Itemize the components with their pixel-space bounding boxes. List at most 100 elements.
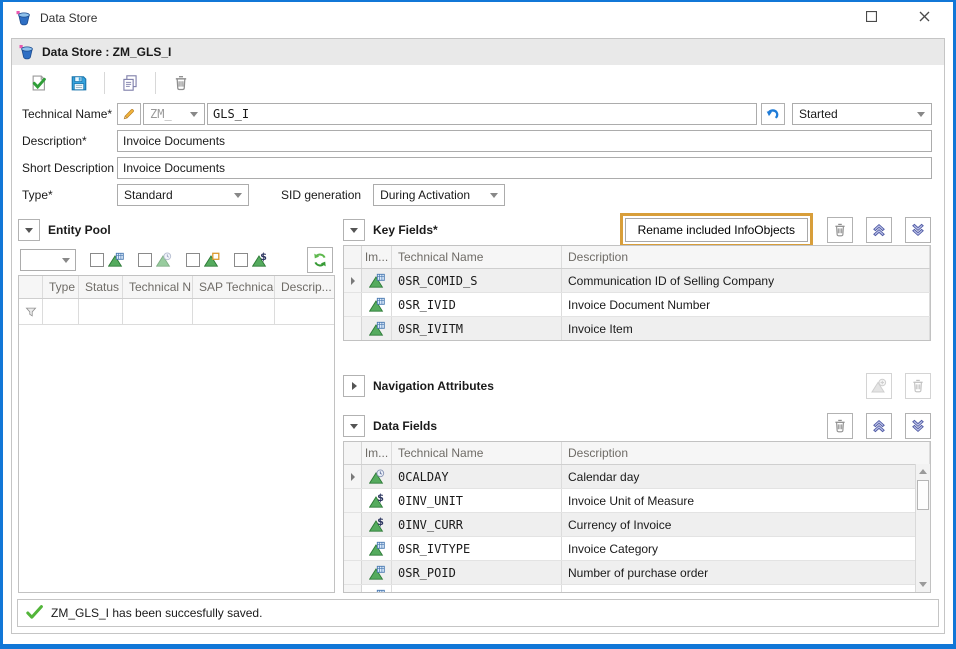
short-description-label: Short Description <box>22 161 117 175</box>
scroll-down-button[interactable] <box>916 577 930 592</box>
data-fields-collapse-button[interactable] <box>343 415 365 437</box>
table-row[interactable]: 0CALDAY Calendar day <box>344 465 930 489</box>
table-row[interactable]: 0SR_COMID_S Communication ID of Selling … <box>344 269 930 293</box>
characteristic-icon <box>362 561 392 584</box>
filter-input-technical-name[interactable] <box>123 299 193 324</box>
table-row[interactable]: $ 0INV_CURR Currency of Invoice <box>344 513 930 537</box>
status-message: ZM_GLS_I has been succesfully saved. <box>51 606 262 620</box>
column-header-description[interactable]: Descrip... <box>275 276 334 298</box>
filter-input-sap-technical-name[interactable] <box>193 299 275 324</box>
table-row[interactable]: 0SR_IVITM Invoice Item <box>344 317 930 340</box>
delete-icon <box>832 222 848 238</box>
key-fields-move-down-button[interactable] <box>905 217 931 243</box>
sid-generation-value: During Activation <box>380 188 470 202</box>
svg-text:$: $ <box>260 252 267 263</box>
data-fields-title: Data Fields <box>373 419 437 433</box>
navigation-attributes-expand-button[interactable] <box>343 375 365 397</box>
add-navigation-attribute-button[interactable] <box>866 373 892 399</box>
key-figure-icon: $ <box>362 513 392 536</box>
key-fields-move-up-button[interactable] <box>866 217 892 243</box>
rename-included-infoobjects-button[interactable]: Rename included InfoObjects <box>625 218 808 242</box>
unit-filter-checkbox[interactable] <box>186 253 200 267</box>
column-header-im[interactable]: Im... <box>362 442 392 464</box>
edit-technical-name-button[interactable] <box>117 103 141 125</box>
description-cell: Invoice Item <box>562 317 930 340</box>
type-label: Type* <box>22 188 117 202</box>
short-description-input[interactable] <box>117 157 932 179</box>
entity-pool-collapse-button[interactable] <box>18 219 40 241</box>
column-header-technical-name[interactable]: Technical Name <box>392 246 562 268</box>
key-fields-table: Im... Technical Name Description 0SR_COM… <box>343 245 931 341</box>
table-row[interactable]: 0SR_IVTYPE Invoice Category <box>344 537 930 561</box>
properties-form: Technical Name* ZM_ <box>12 101 944 211</box>
navigation-attributes-delete-button[interactable] <box>905 373 931 399</box>
vertical-scrollbar[interactable] <box>915 464 930 592</box>
column-header-status[interactable]: Status <box>79 276 123 298</box>
data-store-icon <box>19 44 35 60</box>
sid-generation-select[interactable]: During Activation <box>373 184 505 206</box>
filter-input-status[interactable] <box>79 299 123 324</box>
column-header-im[interactable]: Im... <box>362 246 392 268</box>
column-header-selector <box>344 246 362 268</box>
save-button[interactable] <box>64 70 94 97</box>
column-header-technical-name[interactable]: Technical Name <box>392 442 562 464</box>
column-header-selector[interactable] <box>19 276 43 298</box>
table-row[interactable]: $ 0INV_UNIT Invoice Unit of Measure <box>344 489 930 513</box>
type-select[interactable]: Standard <box>117 184 249 206</box>
undo-button[interactable] <box>761 103 785 125</box>
key-fields-delete-button[interactable] <box>827 217 853 243</box>
column-header-sap-technical-name[interactable]: SAP Technical ... <box>193 276 275 298</box>
entity-pool-filter-select[interactable] <box>20 249 76 271</box>
chevron-double-down-icon <box>910 418 926 434</box>
column-header-description[interactable]: Description <box>562 246 930 268</box>
entity-pool-toolbar: $ <box>18 245 335 275</box>
maximize-button[interactable] <box>862 6 881 29</box>
unit-icon <box>204 252 220 268</box>
activate-icon <box>30 74 48 92</box>
scrollbar-thumb[interactable] <box>917 480 929 510</box>
table-row[interactable]: 0SR_SCHEDCT Delivery Schedule Line Count… <box>344 585 930 593</box>
filter-input-description[interactable] <box>275 299 334 324</box>
table-row[interactable]: 0SR_POID Number of purchase order <box>344 561 930 585</box>
editor-panel: Data Store : ZM_GLS_I <box>11 38 945 634</box>
data-fields-move-down-button[interactable] <box>905 413 931 439</box>
svg-text:$: $ <box>377 493 384 504</box>
time-characteristic-filter-checkbox[interactable] <box>138 253 152 267</box>
scroll-up-button[interactable] <box>916 464 930 479</box>
column-header-selector <box>344 442 362 464</box>
column-header-description[interactable]: Description <box>562 442 930 464</box>
window-title: Data Store <box>40 11 97 25</box>
column-header-technical-name[interactable]: Technical N... <box>123 276 193 298</box>
filter-input-type[interactable] <box>43 299 79 324</box>
key-figure-filter-checkbox[interactable] <box>234 253 248 267</box>
copy-button[interactable] <box>115 70 145 97</box>
data-fields-delete-button[interactable] <box>827 413 853 439</box>
close-button[interactable] <box>915 6 934 29</box>
rename-button-highlight: Rename included InfoObjects <box>620 213 813 247</box>
table-row[interactable]: 0SR_IVID Invoice Document Number <box>344 293 930 317</box>
entity-pool-filter-row <box>19 299 334 325</box>
row-indicator-cell <box>344 489 362 512</box>
technical-name-label: Technical Name* <box>22 107 117 121</box>
technical-name-input[interactable] <box>207 103 757 125</box>
key-fields-collapse-button[interactable] <box>343 219 365 241</box>
characteristic-icon <box>362 317 392 340</box>
refresh-button[interactable] <box>307 247 333 273</box>
delete-button[interactable] <box>166 70 196 97</box>
description-input[interactable] <box>117 130 932 152</box>
data-fields-move-up-button[interactable] <box>866 413 892 439</box>
row-indicator-cell <box>344 269 362 292</box>
technical-name-cell: 0INV_CURR <box>392 513 562 536</box>
filter-icon-cell[interactable] <box>19 299 43 324</box>
column-header-type[interactable]: Type <box>43 276 79 298</box>
status-select[interactable]: Started <box>792 103 932 125</box>
prefix-select[interactable]: ZM_ <box>143 103 205 125</box>
chevron-down-icon <box>350 424 358 429</box>
sid-generation-label: SID generation <box>281 188 361 202</box>
chevron-down-icon <box>490 193 498 198</box>
characteristic-icon <box>362 293 392 316</box>
characteristic-filter-checkbox[interactable] <box>90 253 104 267</box>
entity-pool-title: Entity Pool <box>48 223 111 237</box>
entity-pool-header-row: Type Status Technical N... SAP Technical… <box>19 276 334 299</box>
activate-button[interactable] <box>24 70 54 97</box>
